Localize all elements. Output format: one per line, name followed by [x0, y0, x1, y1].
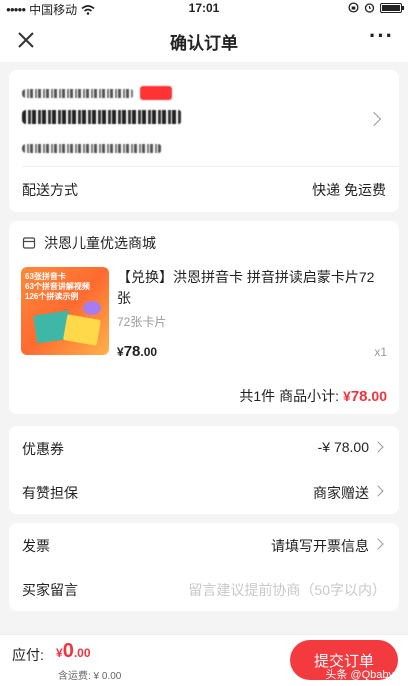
product-image[interactable]: 63张拼音卡 63个拼音讲解视频 126个拼读示例 — [21, 267, 109, 355]
guarantee-label: 有赞担保 — [22, 485, 78, 501]
item-count: 共1件 — [239, 388, 276, 404]
address-card[interactable]: 配送方式 快递 免运费 — [9, 70, 399, 212]
coupon-label: 优惠券 — [22, 441, 64, 457]
price-symbol: ¥ — [117, 345, 124, 359]
address-detail — [22, 110, 182, 129]
alarm-icon — [364, 3, 375, 13]
shop-header[interactable]: 洪恩儿童优选商城 — [22, 233, 156, 253]
shipping-label: 配送方式 — [22, 182, 78, 198]
redacted-phone — [22, 144, 162, 153]
message-row: 买家留言 留言建议提前协商（50字以内） — [9, 567, 399, 611]
price-int: 78 — [123, 343, 141, 360]
status-bar: ●●●●● 中国移动 17:01 — [0, 0, 408, 18]
image-text-line: 126个拼读示例 — [25, 292, 79, 301]
card-box-shape — [63, 314, 101, 346]
watermark: 头条 @Qbaby — [325, 669, 394, 681]
coupon-row[interactable]: 优惠券 -¥ 78.00 — [9, 426, 399, 470]
divider — [22, 166, 399, 167]
bow-shape — [83, 301, 101, 315]
chevron-right-icon — [366, 111, 382, 127]
store-icon — [22, 237, 36, 249]
invoice-row[interactable]: 发票 请填写开票信息 — [9, 523, 399, 567]
battery-icon — [380, 2, 404, 13]
more-icon[interactable]: ··· — [369, 25, 394, 47]
subtotal-int: 78 — [350, 388, 368, 405]
invoice-label: 发票 — [22, 538, 50, 554]
pay-int: 0 — [62, 640, 74, 662]
page-title: 确认订单 — [170, 34, 238, 53]
shop-name: 洪恩儿童优选商城 — [44, 235, 156, 251]
message-label: 买家留言 — [22, 582, 78, 598]
status-time: 17:01 — [188, 1, 220, 15]
pay-amount: ¥0.00 — [56, 640, 91, 663]
guarantee-row[interactable]: 有赞担保 商家赠送 — [9, 470, 399, 514]
image-text-line: 63张拼音卡 — [25, 272, 66, 281]
pay-symbol: ¥ — [56, 646, 63, 660]
lock-rotation-icon — [348, 2, 359, 13]
subtotal-amount: ¥78.00 — [343, 388, 387, 405]
chevron-right-icon — [372, 485, 384, 497]
discount-card: 优惠券 -¥ 78.00 有赞担保 商家赠送 — [9, 426, 399, 514]
message-input[interactable]: 留言建议提前协商（50字以内） — [188, 580, 386, 600]
address-phone — [22, 140, 162, 158]
redacted-address — [22, 110, 182, 124]
image-text-line: 63个拼音讲解视频 — [25, 282, 90, 291]
price-dec: .00 — [140, 345, 158, 359]
guarantee-value: 商家赠送 — [313, 485, 369, 501]
chevron-right-icon — [372, 441, 384, 453]
address-recipient — [22, 86, 172, 100]
shipping-fee: 含运费: ¥ 0.00 — [58, 671, 122, 682]
pay-dec: .00 — [73, 646, 91, 660]
status-icons — [348, 2, 404, 13]
product-title[interactable]: 【兑换】洪恩拼音卡 拼音拼读启蒙卡片72张 — [117, 267, 387, 309]
subtotal: 共1件 商品小计: ¥78.00 — [239, 386, 387, 406]
subtotal-dec: .00 — [367, 388, 387, 404]
nav-bar: 确认订单 ··· — [0, 18, 408, 62]
bottom-bar: 应付: ¥0.00 含运费: ¥ 0.00 提交订单 头条 @Qbaby — [0, 634, 408, 686]
product-quantity: x1 — [374, 345, 387, 359]
invoice-value: 请填写开票信息 — [271, 538, 369, 554]
subtotal-symbol: ¥ — [343, 388, 351, 404]
chevron-right-icon — [372, 538, 384, 550]
invoice-card: 发票 请填写开票信息 买家留言 留言建议提前协商（50字以内） — [9, 523, 399, 611]
pay-label: 应付: — [12, 647, 44, 663]
redacted-tag — [140, 86, 172, 100]
redacted-name — [22, 88, 134, 98]
subtotal-label: 商品小计: — [279, 388, 340, 404]
product-price: ¥78.00 — [117, 343, 157, 360]
shop-card: 洪恩儿童优选商城 63张拼音卡 63个拼音讲解视频 126个拼读示例 【兑换】洪… — [9, 221, 399, 414]
coupon-value: -¥ 78.00 — [317, 439, 369, 455]
product-spec: 72张卡片 — [117, 315, 167, 329]
shipping-value: 快递 免运费 — [312, 182, 386, 198]
